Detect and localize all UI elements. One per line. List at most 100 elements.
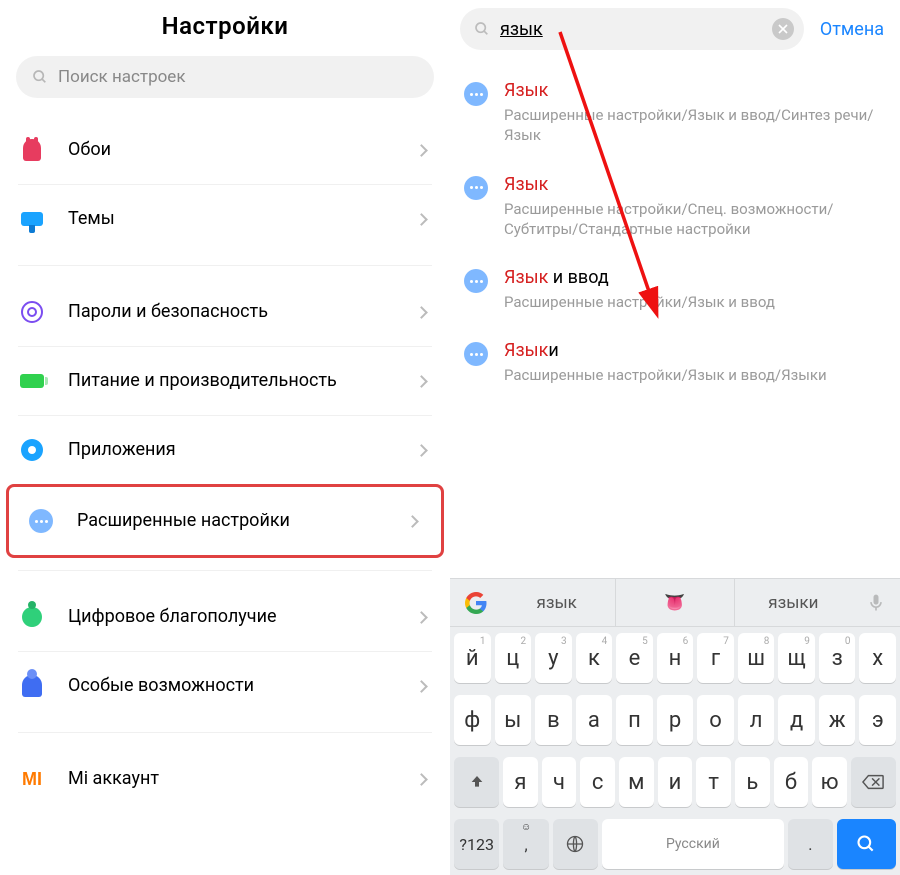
key-row: ячсмитьбю [450,751,900,813]
dots-icon [464,342,488,366]
close-icon [778,24,788,34]
globe-icon [565,834,585,854]
settings-item-label: Питание и производительность [68,369,417,392]
key-н[interactable]: н6 [657,633,694,683]
search-result[interactable]: Языки Расширенные настройки/Язык и ввод/… [452,326,900,399]
chevron-right-icon [415,773,428,786]
period-key[interactable]: . [788,819,833,869]
search-header: язык Отмена [450,0,900,58]
clear-button[interactable] [772,18,794,40]
key-в[interactable]: в [535,695,572,745]
key-з[interactable]: з0 [819,633,856,683]
cancel-button[interactable]: Отмена [814,19,890,40]
search-key[interactable] [837,819,896,869]
key-а[interactable]: а [576,695,613,745]
settings-item-wallpaper[interactable]: Обои [0,116,450,184]
settings-item-apps[interactable]: Приложения [0,416,450,484]
settings-item-advanced[interactable]: Расширенные настройки [9,487,441,555]
key-с[interactable]: с [580,757,615,807]
key-щ[interactable]: щ9 [778,633,815,683]
chevron-right-icon [415,144,428,157]
settings-item-wellbeing[interactable]: Цифровое благополучие [0,583,450,651]
dots-icon [464,269,488,293]
tulip-icon [23,139,41,161]
chevron-right-icon [415,375,428,388]
key-ц[interactable]: ц2 [495,633,532,683]
search-input[interactable]: язык [460,8,804,50]
key-ж[interactable]: ж [819,695,856,745]
space-key[interactable]: Русский [602,819,784,869]
dots-icon [29,509,53,533]
settings-item-mi-account[interactable]: MI Mi аккаунт [0,745,450,801]
chevron-right-icon [415,680,428,693]
chevron-right-icon [415,213,428,226]
symbols-key[interactable]: ?123 [454,819,499,869]
key-й[interactable]: й1 [454,633,491,683]
key-и[interactable]: и [658,757,693,807]
settings-item-label: Mi аккаунт [68,767,417,790]
brush-icon [21,212,43,226]
settings-item-label: Приложения [68,438,417,461]
chevron-right-icon [415,306,428,319]
suggestion-bar: язык 👅 языки [450,579,900,627]
shift-key[interactable] [454,757,499,807]
key-ч[interactable]: ч [542,757,577,807]
comma-key[interactable]: ,☺ [503,819,548,869]
key-д[interactable]: д [778,695,815,745]
key-э[interactable]: э [859,695,896,745]
key-ы[interactable]: ы [495,695,532,745]
suggestion[interactable]: языки [734,579,852,626]
search-icon [32,69,48,85]
search-icon [856,834,876,854]
gear-icon [21,439,43,461]
settings-item-accessibility[interactable]: Особые возможности [0,652,450,720]
key-б[interactable]: б [774,757,809,807]
key-м[interactable]: м [619,757,654,807]
battery-icon [20,374,44,388]
search-results-panel: язык Отмена Язык Расширенные настройки/Я… [450,0,900,875]
key-р[interactable]: р [657,695,694,745]
highlighted-item-box: Расширенные настройки [6,484,444,558]
key-row: й1ц2у3к4е5н6г7ш8щ9з0х [450,627,900,689]
key-к[interactable]: к4 [576,633,613,683]
settings-item-security[interactable]: Пароли и безопасность [0,278,450,346]
key-х[interactable]: х [859,633,896,683]
settings-item-label: Обои [68,138,417,161]
result-title: Язык и ввод [504,267,888,288]
key-ш[interactable]: ш8 [738,633,775,683]
key-ь[interactable]: ь [735,757,770,807]
chevron-right-icon [415,444,428,457]
result-path: Расширенные настройки/Язык и ввод [504,292,888,312]
key-у[interactable]: у3 [535,633,572,683]
key-я[interactable]: я [503,757,538,807]
dots-icon [464,82,488,106]
backspace-key[interactable] [851,757,896,807]
settings-item-themes[interactable]: Темы [0,185,450,253]
chevron-right-icon [415,611,428,624]
suggestion[interactable]: язык [498,579,615,626]
result-path: Расширенные настройки/Спец. возможности/… [504,199,888,240]
search-result[interactable]: Язык Расширенные настройки/Язык и ввод/С… [452,66,900,160]
key-е[interactable]: е5 [616,633,653,683]
mic-icon[interactable] [866,593,886,613]
google-icon[interactable] [464,591,488,615]
key-ф[interactable]: ф [454,695,491,745]
key-г[interactable]: г7 [697,633,734,683]
search-result[interactable]: Язык и ввод Расширенные настройки/Язык и… [452,253,900,326]
key-т[interactable]: т [696,757,731,807]
result-title: Языки [504,340,888,361]
key-о[interactable]: о [697,695,734,745]
key-л[interactable]: л [738,695,775,745]
key-п[interactable]: п [616,695,653,745]
wellbeing-icon [22,607,42,627]
emoji-suggestion[interactable]: 👅 [615,579,733,626]
settings-item-label: Цифровое благополучие [68,605,417,628]
settings-item-power[interactable]: Питание и производительность [0,347,450,415]
key-ю[interactable]: ю [812,757,847,807]
result-path: Расширенные настройки/Язык и ввод/Языки [504,365,888,385]
result-title: Язык [504,80,888,101]
language-key[interactable] [553,819,598,869]
search-result[interactable]: Язык Расширенные настройки/Спец. возможн… [452,160,900,254]
result-path: Расширенные настройки/Язык и ввод/Синтез… [504,105,888,146]
settings-search[interactable]: Поиск настроек [16,56,434,98]
